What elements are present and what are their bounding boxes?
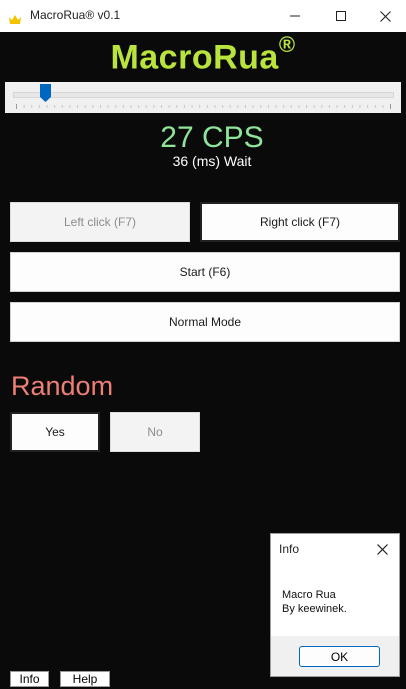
brand-name: MacroRua — [110, 38, 279, 77]
random-yes-button[interactable]: Yes — [10, 412, 100, 452]
dialog-message-line: Macro Rua — [282, 589, 336, 601]
dialog-title: Info — [279, 542, 300, 556]
maximize-icon — [336, 11, 346, 21]
mode-button[interactable]: Normal Mode — [10, 302, 400, 342]
ok-button[interactable]: OK — [299, 646, 380, 667]
slider-ticks — [16, 104, 391, 109]
dialog-footer: OK — [271, 636, 399, 676]
info-button[interactable]: Info — [10, 671, 49, 687]
registered-mark: ® — [278, 32, 296, 57]
minimize-icon — [290, 11, 300, 21]
help-button[interactable]: Help — [60, 671, 110, 687]
maximize-button[interactable] — [318, 0, 364, 32]
random-no-button[interactable]: No — [110, 412, 200, 452]
wait-readout: 36 (ms) Wait — [172, 153, 252, 169]
title-bar[interactable]: MacroRua® v0.1 — [0, 0, 406, 32]
slider-track[interactable] — [13, 92, 394, 98]
close-button[interactable] — [362, 0, 406, 32]
slider-thumb[interactable] — [39, 84, 51, 102]
app-window: MacroRua® v0.1 MacroRua® 27 CPS 36 (ms) … — [0, 0, 406, 689]
dialog-message-line: By keewinek. — [282, 603, 347, 615]
left-click-button[interactable]: Left click (F7) — [10, 202, 190, 242]
cps-readout: 27 CPS — [160, 121, 264, 154]
dialog-close-button[interactable] — [371, 539, 393, 559]
minimize-button[interactable] — [272, 0, 318, 32]
window-title: MacroRua® v0.1 — [30, 8, 121, 22]
right-click-button[interactable]: Right click (F7) — [200, 202, 400, 242]
dialog-body: Macro Rua By keewinek. — [271, 566, 399, 636]
close-icon — [379, 10, 391, 22]
start-button[interactable]: Start (F6) — [10, 252, 400, 292]
crown-icon — [9, 10, 21, 24]
app-brand-title: MacroRua® — [0, 32, 406, 77]
random-heading: Random — [11, 371, 114, 401]
info-dialog: Info Macro Rua By keewinek. OK — [270, 533, 400, 677]
close-icon — [376, 540, 388, 559]
speed-slider[interactable] — [5, 82, 401, 113]
